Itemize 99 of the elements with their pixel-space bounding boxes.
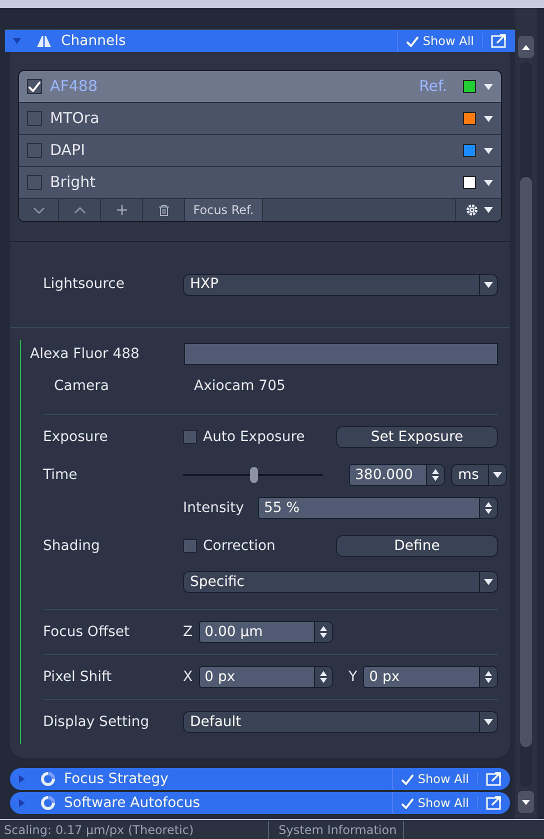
focus-ref-button[interactable]: Focus Ref. (185, 199, 263, 221)
auto-exposure-checkbox[interactable] (183, 430, 197, 444)
chevron-up-icon (74, 206, 86, 214)
show-all-toggle[interactable]: Show All (392, 792, 477, 814)
caret-icon (484, 282, 493, 288)
channel-row[interactable]: DAPI (19, 135, 501, 167)
exposure-slider[interactable] (183, 467, 323, 483)
section-header[interactable]: Channels Show All (5, 30, 515, 52)
axis-label: Y (348, 668, 358, 686)
section-header[interactable]: Software Autofocus Show All (10, 792, 510, 814)
field-label: Focus Offset (43, 624, 130, 640)
expand-triangle-icon (18, 799, 26, 807)
spin-arrows-icon (320, 626, 327, 638)
section-title: Channels (61, 32, 127, 50)
color-swatch[interactable] (463, 144, 476, 157)
channel-name: MTOra (50, 108, 100, 130)
scroll-up-button[interactable] (518, 36, 534, 58)
arrow-down-icon (522, 800, 530, 804)
status-value: 0.17 µm/px (Theoretic) (56, 822, 194, 838)
caret-icon (484, 180, 493, 186)
caret-icon (484, 84, 493, 90)
channel-name: AF488 (50, 76, 99, 98)
status-item: System Information (268, 820, 404, 838)
popout-icon (491, 34, 507, 48)
ring-icon (40, 771, 56, 787)
chevron-down-icon (32, 206, 44, 214)
status-label: Scaling: (4, 822, 52, 838)
focus-offset-field[interactable]: 0.00 µm (198, 621, 333, 643)
intensity-field[interactable]: 55 % (258, 497, 498, 519)
scroll-down-button[interactable] (518, 791, 534, 813)
spin-arrows-icon (320, 671, 327, 683)
set-exposure-button[interactable]: Set Exposure (336, 426, 498, 448)
check-icon (400, 774, 414, 784)
color-swatch[interactable] (463, 80, 476, 93)
field-label: Camera (54, 378, 109, 394)
display-setting-dropdown[interactable]: Default (183, 711, 498, 733)
pixel-shift-x-field[interactable]: 0 px (198, 666, 333, 688)
color-swatch[interactable] (463, 112, 476, 125)
correction-checkbox[interactable] (183, 539, 197, 553)
field-label: Intensity (183, 498, 244, 518)
scrollbar-thumb[interactable] (520, 177, 532, 747)
caret-icon (484, 116, 493, 122)
check-icon (406, 36, 419, 46)
caret-icon (484, 719, 493, 725)
color-swatch[interactable] (463, 176, 476, 189)
axis-label: X (183, 668, 193, 686)
field-label: Pixel Shift (43, 668, 112, 684)
popout-icon (486, 772, 502, 786)
check-icon (28, 81, 41, 92)
lightsource-dropdown[interactable]: HXP (183, 274, 498, 296)
spin-arrows-icon (485, 671, 492, 683)
show-all-toggle[interactable]: Show All (392, 768, 477, 790)
section-header[interactable]: Focus Strategy Show All (10, 768, 510, 790)
channels-icon (35, 35, 53, 47)
axis-label: Z (183, 622, 193, 642)
field-label: Display Setting (43, 714, 150, 730)
caret-icon (493, 472, 502, 478)
field-label: Lightsource (43, 276, 124, 292)
move-down-button[interactable] (19, 199, 59, 221)
pixel-shift-y-field[interactable]: 0 px (363, 666, 498, 688)
channel-checkbox[interactable] (27, 175, 42, 190)
exposure-time-field[interactable]: 380.000 (349, 464, 445, 486)
section-title: Focus Strategy (64, 770, 170, 788)
camera-name: Axiocam 705 (194, 376, 286, 396)
spin-arrows-icon (432, 469, 439, 481)
channel-checkbox[interactable] (27, 79, 42, 94)
scrollbar-track[interactable] (520, 62, 532, 787)
settings-button[interactable] (455, 199, 501, 221)
channel-name-field[interactable] (184, 343, 498, 365)
field-label: Exposure (43, 428, 108, 444)
popout-icon (486, 796, 502, 810)
channel-name: Bright (50, 172, 97, 194)
ring-icon (40, 795, 56, 811)
check-icon (400, 798, 414, 808)
caret-icon (484, 148, 493, 154)
reference-label: Ref. (419, 76, 447, 98)
channel-name: DAPI (50, 140, 86, 162)
checkbox-label: Auto Exposure (203, 428, 306, 446)
shading-mode-dropdown[interactable]: Specific (183, 571, 498, 593)
collapse-triangle-icon (13, 37, 21, 45)
checkbox-label: Correction (203, 536, 276, 556)
unit-dropdown[interactable]: ms (451, 464, 507, 486)
spin-arrows-icon (485, 502, 492, 514)
caret-icon (484, 207, 492, 213)
section-title: Software Autofocus (64, 794, 202, 812)
slider-thumb[interactable] (250, 467, 258, 483)
expand-triangle-icon (18, 775, 26, 783)
field-label: Alexa Fluor 488 (30, 346, 140, 362)
plus-icon (116, 205, 126, 215)
field-label: Shading (43, 538, 100, 554)
channel-row[interactable]: MTOra (19, 103, 501, 135)
gear-icon (464, 203, 478, 217)
channel-checkbox[interactable] (27, 111, 42, 126)
arrow-up-icon (522, 44, 530, 50)
define-button[interactable]: Define (336, 535, 498, 557)
caret-icon (484, 579, 493, 585)
trash-icon (158, 204, 168, 216)
channel-checkbox[interactable] (27, 143, 42, 158)
field-label: Time (43, 466, 78, 482)
